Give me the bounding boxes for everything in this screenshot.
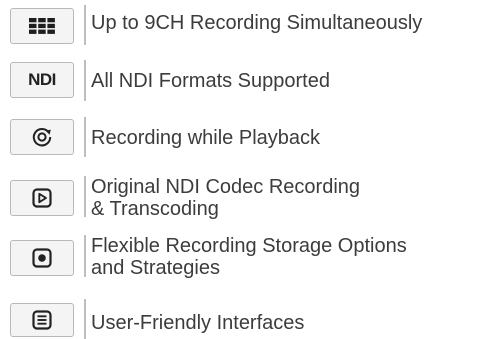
feature-label: Original NDI Codec Recording & Transcodi… — [91, 176, 361, 220]
record-playback-icon — [32, 128, 52, 147]
grid-icon — [29, 18, 55, 34]
divider — [84, 176, 86, 217]
feature-label: Up to 9CH Recording Simultaneously — [91, 12, 423, 34]
icon-box — [10, 119, 74, 155]
divider — [84, 117, 86, 157]
divider — [84, 235, 86, 277]
divider — [84, 5, 86, 45]
ndi-logo-icon: NDI — [28, 70, 56, 89]
icon-box — [10, 240, 74, 276]
list-icon — [32, 310, 52, 330]
divider — [84, 60, 86, 101]
icon-box — [10, 303, 74, 337]
play-square-icon — [32, 188, 52, 208]
feature-label: Flexible Recording Storage Options and S… — [91, 235, 407, 279]
feature-label: User-Friendly Interfaces — [91, 312, 305, 334]
feature-label: All NDI Formats Supported — [91, 70, 330, 92]
icon-box: NDI — [10, 62, 74, 98]
icon-box — [10, 180, 74, 216]
record-square-icon — [32, 248, 52, 268]
divider — [84, 299, 86, 339]
icon-box — [10, 8, 74, 44]
feature-label: Recording while Playback — [91, 127, 321, 149]
